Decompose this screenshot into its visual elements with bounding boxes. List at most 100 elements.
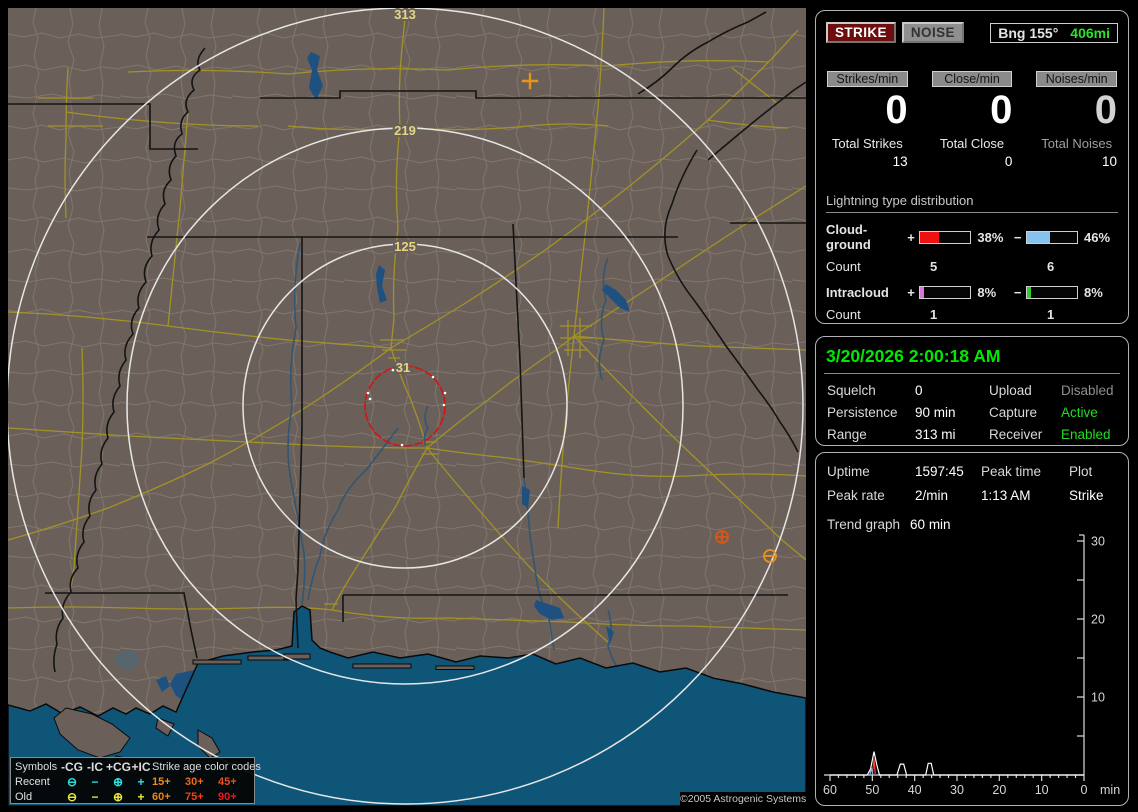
age-45: 45+ [218, 775, 237, 788]
receiver-status: Enabled [1061, 427, 1111, 442]
close-per-min-chip: Close/min [931, 71, 1013, 87]
svg-text:0: 0 [1081, 783, 1088, 797]
total-close-value: 0 [1004, 154, 1013, 169]
ic-positive-pct: 8% [977, 285, 997, 300]
persistence-value: 90 min [915, 405, 956, 420]
old-cg-neg-icon: ⊖ [66, 790, 78, 804]
close-column: Close/min 0 Total Close 0 [931, 71, 1013, 169]
age-15: 15+ [152, 775, 171, 788]
plus-sign: + [907, 285, 915, 300]
ic-negative-pct: 8% [1084, 285, 1103, 300]
series-strike-rate [830, 751, 1084, 776]
ring-label-31: 31 [396, 360, 410, 375]
map-legend: Symbols -CG -IC +CG +IC Strike age color… [10, 757, 261, 804]
strike-stats-panel: STRIKE NOISE Bng 155° 406mi Strikes/min … [815, 10, 1129, 324]
legend-col-ic-pos: +IC [131, 760, 151, 774]
capture-label: Capture [989, 405, 1038, 420]
svg-text:60: 60 [823, 783, 837, 797]
ring-label-125: 125 [394, 239, 416, 254]
minus-sign: − [1013, 285, 1022, 300]
peak-rate-label: Peak rate [827, 488, 885, 503]
total-strikes-label: Total Strikes [831, 136, 903, 151]
legend-symbols-header: Symbols [15, 760, 58, 773]
uptime-label: Uptime [827, 464, 870, 479]
noise-button[interactable]: NOISE [901, 22, 964, 43]
noises-per-min-value: 0 [1094, 88, 1118, 132]
copyright-label: ©2005 Astrogenic Systems [680, 792, 807, 806]
range-label: Range [827, 427, 867, 442]
peak-time-value: 1:13 AM [981, 488, 1031, 503]
bearing-label: Bng 155° [998, 24, 1059, 41]
count-label: Count [826, 307, 861, 322]
legend-age-header: Strike age color codes [152, 760, 261, 773]
uptime-value: 1597:45 [915, 464, 964, 479]
noises-per-min-chip: Noises/min [1036, 71, 1118, 87]
cloud-ground-row: Cloud-ground + 38% − 46% [826, 222, 1118, 252]
svg-text:50: 50 [865, 783, 879, 797]
system-status-panel: 3/20/2026 2:00:18 AM Squelch 0 Upload Di… [815, 336, 1129, 446]
svg-text:20: 20 [992, 783, 1006, 797]
count-label: Count [826, 259, 861, 274]
svg-text:10: 10 [1035, 783, 1049, 797]
upload-label: Upload [989, 383, 1032, 398]
close-per-min-value: 0 [990, 88, 1013, 132]
cloud-ground-label: Cloud-ground [826, 222, 871, 252]
legend-recent-label: Recent [15, 775, 50, 788]
ring-label-313: 313 [394, 8, 416, 22]
age-60: 60+ [152, 790, 171, 803]
old-ic-pos-icon: + [137, 790, 145, 804]
plus-sign: + [907, 229, 915, 245]
total-noises-label: Total Noises [1041, 136, 1113, 151]
minus-sign: − [1013, 229, 1022, 245]
lightning-distribution: Lightning type distribution Cloud-ground… [824, 193, 1120, 322]
squelch-value: 0 [915, 383, 923, 398]
noises-column: Noises/min 0 Total Noises 10 [1036, 71, 1118, 169]
receiver-label: Receiver [989, 427, 1043, 442]
legend-col-ic-neg: -IC [87, 760, 103, 774]
old-ic-neg-icon: − [91, 790, 99, 804]
ic-positive-count: 1 [930, 307, 938, 322]
cg-negative-bar [1025, 230, 1079, 244]
strikes-per-min-chip: Strikes/min [827, 71, 908, 87]
lightning-map[interactable]: 31 125 219 313 [8, 8, 806, 806]
total-close-label: Total Close [939, 136, 1005, 151]
persistence-label: Persistence [827, 405, 898, 420]
strike-marker-cg-positive [715, 530, 729, 544]
strike-button[interactable]: STRIKE [826, 22, 896, 43]
recent-cg-pos-icon: ⊕ [112, 775, 124, 789]
capture-status: Active [1061, 405, 1098, 420]
svg-text:30: 30 [1091, 535, 1105, 549]
recent-cg-neg-icon: ⊖ [66, 775, 78, 789]
svg-text:10: 10 [1091, 691, 1105, 705]
status-grid: Squelch 0 Upload Disabled Persistence 90… [824, 383, 1120, 442]
intracloud-count-row: Count 1 1 [826, 307, 1118, 322]
squelch-label: Squelch [827, 383, 876, 398]
distribution-title: Lightning type distribution [826, 193, 1118, 213]
bearing-range-value: 406mi [1070, 24, 1110, 41]
peak-time-label: Peak time [981, 464, 1042, 479]
legend-col-cg-pos: +CG [106, 760, 132, 774]
legend-col-cg-neg: -CG [61, 760, 83, 774]
trend-graph: 10 20 30 0 10 20 30 40 50 60 min [823, 534, 1120, 797]
age-30: 30+ [185, 775, 204, 788]
upload-status: Disabled [1061, 383, 1114, 398]
uptime-grid: Uptime 1597:45 Peak time Plot Peak rate … [824, 461, 1120, 503]
old-cg-pos-icon: ⊕ [112, 790, 124, 804]
age-75: 75+ [185, 790, 204, 803]
ring-label-219: 219 [394, 123, 416, 138]
trend-panel: Uptime 1597:45 Peak time Plot Peak rate … [815, 452, 1129, 806]
cloud-ground-count-row: Count 5 6 [826, 259, 1118, 274]
intracloud-row: Intracloud + 8% − 8% [826, 285, 1118, 300]
legend-old-label: Old [15, 790, 33, 803]
cg-negative-count: 6 [1047, 259, 1055, 274]
strikes-per-min-value: 0 [885, 88, 908, 132]
intracloud-label: Intracloud [826, 285, 889, 300]
cg-positive-bar [919, 230, 972, 244]
age-90: 90+ [218, 790, 237, 803]
svg-text:30: 30 [950, 783, 964, 797]
peak-rate-value: 2/min [915, 488, 949, 503]
rate-counters: Strikes/min 0 Total Strikes 13 Close/min… [824, 71, 1120, 169]
cg-negative-pct: 46% [1084, 229, 1111, 245]
total-strikes-value: 13 [892, 154, 908, 169]
svg-text:min: min [1100, 783, 1120, 797]
